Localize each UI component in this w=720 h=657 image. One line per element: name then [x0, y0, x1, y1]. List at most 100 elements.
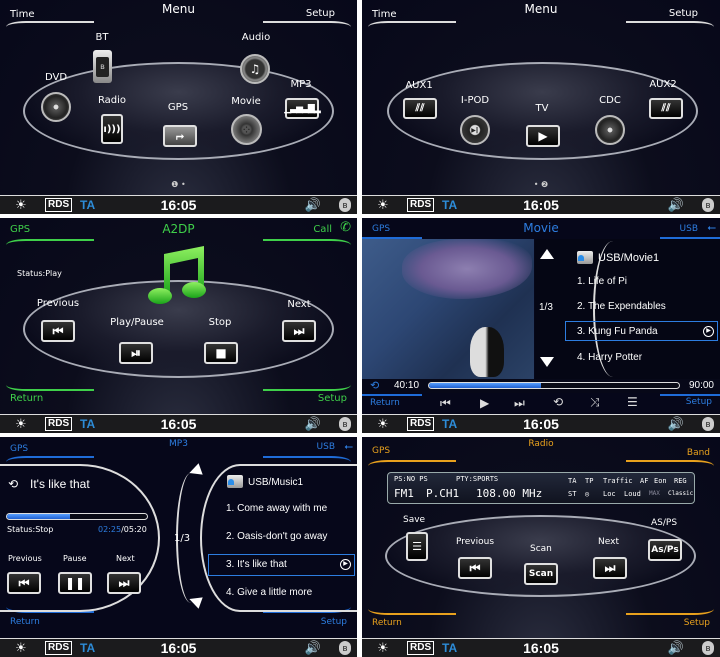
bluetooth-phone-icon: ʙ [93, 50, 112, 83]
call-button[interactable]: Call [313, 224, 332, 235]
volume-icon[interactable]: 🔊 [305, 416, 321, 432]
divider [263, 456, 351, 462]
return-button[interactable]: Return [372, 618, 402, 628]
volume-icon[interactable]: 🔊 [668, 640, 684, 656]
menu-item-label: Audio [241, 32, 271, 43]
gps-button[interactable]: GPS [372, 446, 390, 456]
folder-up-icon[interactable] [577, 251, 593, 264]
usb-button[interactable]: USB [317, 442, 335, 452]
repeat-icon[interactable]: ⟲ [8, 477, 18, 491]
usb-icon: ⭠ [344, 440, 353, 453]
setup-button[interactable]: Setup [321, 617, 347, 627]
seek-bar[interactable] [428, 382, 680, 389]
divider [6, 385, 94, 391]
play-pause-icon: ⏯ [119, 342, 153, 364]
flag-st: ST [568, 490, 577, 498]
repeat-icon[interactable]: ⟲ [553, 395, 563, 409]
menu-page-2: Menu Time Setup AUX1 ⫽⫽ I-POD ▶‖ TV ▶ CD… [362, 0, 720, 214]
radio-screen: Radio GPS Band Return Setup PS:NO PS PTY… [362, 437, 720, 657]
status-bar: ☀ RDS TA 16:05 🔊 ʙ [362, 195, 720, 214]
setup-button[interactable]: Setup [306, 8, 335, 19]
menu-page-1: Menu Time Setup BT ʙ Audio ♫ DVD Radio ı… [0, 0, 357, 214]
scroll-down-button[interactable] [540, 357, 554, 367]
return-button[interactable]: Return [370, 398, 400, 408]
divider [626, 609, 714, 615]
page-counter: 1/3 [174, 533, 191, 544]
control-label: Previous [36, 298, 80, 309]
band-label: FM1 [394, 487, 414, 500]
play-icon[interactable]: ▶ [480, 396, 489, 410]
play-circle-icon[interactable]: ▶ [703, 326, 714, 337]
page-indicator[interactable]: • ❷ [362, 180, 720, 189]
time-button[interactable]: Time [10, 9, 34, 20]
gps-button[interactable]: GPS [10, 224, 30, 235]
divider [362, 394, 422, 396]
aux-cable-icon: ⫽⫽ [649, 98, 683, 119]
setup-button[interactable]: Setup [684, 618, 710, 628]
list-item[interactable]: 1. Life of Pi [577, 276, 627, 287]
list-item-selected[interactable]: 3. Kung Fu Panda [577, 326, 658, 337]
page-counter: 1/3 [539, 302, 553, 313]
setup-button[interactable]: Setup [318, 393, 347, 404]
frequency: 108.00 MHz [476, 487, 543, 500]
status-bar: ☀ RDS TA 16:05 🔊 ʙ [0, 638, 357, 657]
page-title: Menu [162, 2, 195, 16]
scroll-up-button[interactable] [540, 249, 554, 259]
page-indicator[interactable]: ❶ • [0, 180, 357, 189]
scan-icon: Scan [524, 563, 558, 585]
band-button[interactable]: Band [687, 448, 710, 458]
clock: 16:05 [160, 416, 197, 432]
bluetooth-icon: ʙ [339, 641, 351, 655]
list-item[interactable]: 2. The Expendables [577, 301, 666, 312]
status-bar: ☀ RDS TA 16:05 🔊 ʙ [362, 638, 720, 657]
list-item[interactable]: 4. Harry Potter [577, 352, 642, 363]
list-item[interactable]: 2. Oasis-don't go away [226, 531, 327, 542]
gps-button[interactable]: GPS [10, 444, 28, 454]
control-label: Next [598, 537, 619, 547]
save-list-icon: ☰ [406, 532, 428, 561]
list-item-selected[interactable]: 3. It's like that [226, 559, 287, 570]
video-frame-character [470, 327, 504, 377]
menu-item-label: TV [535, 103, 549, 114]
repeat-icon[interactable]: ⟲ [370, 379, 379, 392]
divider [6, 456, 94, 462]
video-frame [402, 239, 532, 299]
shuffle-icon[interactable]: ⤨ [590, 395, 600, 410]
setup-button[interactable]: Setup [669, 8, 698, 19]
cd-changer-icon [595, 115, 625, 145]
list-item[interactable]: 1. Come away with me [226, 503, 327, 514]
scroll-down-button[interactable] [187, 593, 203, 609]
menu-item-label: MP3 [290, 79, 312, 90]
phone-icon[interactable]: ✆ [340, 220, 351, 235]
movie-screen: Movie GPS USB ⭠ 1/3 USB/Movie1 1. Life o… [362, 218, 720, 433]
return-button[interactable]: Return [10, 617, 40, 627]
playback-status: Status:Play [17, 269, 62, 278]
program-type: PTY:SPORTS [456, 475, 499, 483]
return-button[interactable]: Return [10, 393, 43, 404]
volume-icon[interactable]: 🔊 [305, 197, 321, 213]
volume-icon[interactable]: 🔊 [305, 640, 321, 656]
stop-icon: ■ [204, 342, 238, 364]
skip-next-icon: ⏭ [593, 557, 627, 579]
skip-next-icon[interactable]: ⏭ [514, 396, 525, 411]
clock: 16:05 [523, 197, 559, 213]
divider [263, 385, 351, 391]
play-circle-icon[interactable]: ▶ [340, 559, 351, 570]
folder-up-icon[interactable] [227, 475, 243, 488]
a2dp-screen: A2DP GPS Call ✆ Return Setup Status:Play… [0, 218, 357, 433]
playlist-icon[interactable]: ☰ [627, 395, 638, 409]
usb-button[interactable]: USB [680, 224, 698, 234]
disc-icon [41, 92, 71, 122]
flag-ta: TA [568, 477, 577, 485]
volume-icon[interactable]: 🔊 [668, 416, 684, 432]
skip-previous-icon: ⏮ [7, 572, 41, 594]
flag-loc: Loc [603, 490, 616, 498]
gps-button[interactable]: GPS [372, 224, 390, 234]
video-player[interactable] [362, 239, 534, 379]
setup-button[interactable]: Setup [686, 397, 712, 407]
list-item[interactable]: 4. Give a little more [226, 587, 312, 598]
time-button[interactable]: Time [372, 9, 396, 20]
skip-previous-icon[interactable]: ⏮ [440, 396, 451, 411]
volume-icon[interactable]: 🔊 [668, 197, 684, 213]
seek-bar[interactable] [6, 513, 148, 520]
